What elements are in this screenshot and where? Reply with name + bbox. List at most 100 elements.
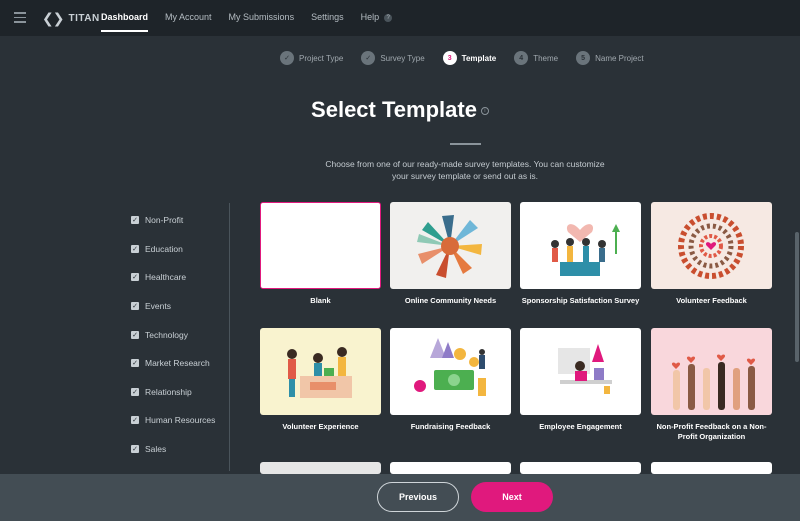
nav-settings[interactable]: Settings — [311, 0, 344, 36]
category-events[interactable]: ✓ Events — [131, 292, 215, 321]
checkbox-checked-icon[interactable]: ✓ — [131, 216, 139, 225]
step-number: 4 — [514, 51, 529, 65]
next-button[interactable]: Next — [471, 482, 553, 512]
template-card-blank[interactable]: Blank — [260, 202, 381, 306]
step-name-project[interactable]: 5 Name Project — [576, 51, 644, 65]
nav-my-submissions[interactable]: My Submissions — [229, 0, 295, 36]
category-label: Human Resources — [145, 415, 216, 426]
template-card-fundraising-feedback[interactable]: Fundraising Feedback — [390, 328, 511, 432]
category-relationship[interactable]: ✓ Relationship — [131, 378, 215, 407]
category-label: Relationship — [145, 386, 192, 397]
step-label: Theme — [533, 53, 559, 63]
category-label: Events — [145, 301, 171, 312]
template-thumbnail[interactable] — [520, 202, 641, 289]
template-card-partial[interactable] — [390, 462, 511, 474]
category-label: Technology — [145, 329, 189, 340]
template-thumbnail[interactable] — [651, 328, 772, 415]
template-thumbnail[interactable] — [260, 202, 381, 289]
page-subtitle: Choose from one of our ready-made survey… — [325, 159, 605, 181]
coins-money-illustration — [414, 338, 486, 396]
page-title-row: Select Template i — [0, 97, 800, 123]
category-education[interactable]: ✓ Education — [131, 235, 215, 264]
employee-at-desk-illustration — [558, 344, 612, 394]
titan-logo[interactable]: ❮❯ TITAN — [42, 10, 100, 27]
top-navigation-bar: ❮❯ TITAN Dashboard My Account My Submiss… — [0, 0, 800, 36]
step-theme[interactable]: 4 Theme — [514, 51, 558, 65]
previous-button[interactable]: Previous — [377, 482, 459, 512]
template-label: Sponsorship Satisfaction Survey — [521, 296, 640, 305]
template-thumbnail[interactable] — [520, 462, 641, 474]
checkbox-checked-icon[interactable]: ✓ — [131, 273, 139, 282]
step-label: Project Type — [299, 53, 344, 63]
template-thumbnail[interactable] — [520, 328, 641, 415]
step-check-icon: ✓ — [361, 51, 376, 65]
template-label: Fundraising Feedback — [410, 422, 491, 431]
category-sales[interactable]: ✓ Sales — [131, 435, 215, 464]
template-card-volunteer-feedback[interactable]: Volunteer Feedback — [651, 202, 772, 306]
template-label: Online Community Needs — [404, 296, 497, 305]
nav-help[interactable]: Help? — [361, 0, 393, 36]
checkbox-checked-icon[interactable]: ✓ — [131, 359, 139, 368]
template-card-non-profit-feedback[interactable]: Non-Profit Feedback on a Non-Profit Orga… — [651, 328, 772, 441]
checkbox-checked-icon[interactable]: ✓ — [131, 302, 139, 311]
template-card-volunteer-experience[interactable]: Volunteer Experience — [260, 328, 381, 432]
page-scrollbar[interactable] — [795, 232, 799, 362]
category-label: Non-Profit — [145, 215, 184, 226]
team-heart-illustration — [551, 224, 620, 276]
sidebar-divider — [229, 203, 230, 471]
category-human-resources[interactable]: ✓ Human Resources — [131, 406, 215, 435]
step-template[interactable]: 3 Template — [442, 51, 497, 65]
template-thumbnail[interactable] — [390, 462, 511, 474]
template-label: Volunteer Feedback — [676, 296, 747, 305]
help-info-icon: ? — [384, 13, 393, 22]
step-survey-type[interactable]: ✓ Survey Type — [361, 51, 425, 65]
category-filter-list: ✓ Non-Profit ✓ Education ✓ Healthcare ✓ Even… — [131, 206, 215, 463]
checkbox-checked-icon[interactable]: ✓ — [131, 416, 139, 425]
template-label: Blank — [310, 296, 331, 305]
hamburger-menu-icon[interactable] — [14, 12, 26, 23]
step-check-icon: ✓ — [280, 51, 294, 65]
step-project-type[interactable]: ✓ Project Type — [280, 51, 343, 65]
template-card-online-community-needs[interactable]: Online Community Needs — [390, 202, 511, 306]
nav-my-account[interactable]: My Account — [165, 0, 212, 36]
checkbox-checked-icon[interactable]: ✓ — [131, 330, 139, 339]
template-card-employee-engagement[interactable]: Employee Engagement — [520, 328, 641, 432]
info-icon[interactable]: i — [480, 107, 489, 116]
checkbox-checked-icon[interactable]: ✓ — [131, 244, 139, 253]
template-thumbnail[interactable] — [390, 202, 511, 289]
template-thumbnail[interactable] — [651, 462, 772, 474]
template-thumbnail[interactable] — [260, 328, 381, 415]
category-label: Market Research — [145, 358, 210, 369]
raised-hands-hearts-illustration — [671, 354, 756, 410]
nav-help-label: Help — [360, 12, 380, 22]
template-thumbnail[interactable] — [390, 328, 511, 415]
logo-text: TITAN — [68, 13, 100, 24]
nav-dashboard[interactable]: Dashboard — [101, 0, 149, 36]
category-label: Education — [145, 243, 183, 254]
logo-mark-icon: ❮❯ — [42, 10, 64, 26]
step-label: Name Project — [595, 53, 644, 63]
category-market-research[interactable]: ✓ Market Research — [131, 349, 215, 378]
category-non-profit[interactable]: ✓ Non-Profit — [131, 206, 215, 235]
step-number: 3 — [442, 51, 457, 65]
checkbox-checked-icon[interactable]: ✓ — [131, 445, 139, 454]
template-label: Non-Profit Feedback on a Non-Profit Orga… — [656, 422, 767, 441]
hearts-circle-illustration — [678, 213, 744, 279]
volunteers-table-illustration — [287, 347, 352, 398]
template-card-partial[interactable] — [651, 462, 772, 474]
step-label: Template — [461, 53, 497, 63]
category-healthcare[interactable]: ✓ Healthcare — [131, 263, 215, 292]
template-card-sponsorship-satisfaction[interactable]: Sponsorship Satisfaction Survey — [520, 202, 641, 306]
template-card-partial[interactable] — [520, 462, 641, 474]
template-thumbnail[interactable] — [651, 202, 772, 289]
template-label: Employee Engagement — [539, 422, 622, 431]
template-card-partial[interactable] — [260, 462, 381, 474]
template-label: Volunteer Experience — [282, 422, 359, 431]
category-label: Healthcare — [145, 272, 187, 283]
main-nav: Dashboard My Account My Submissions Sett… — [101, 0, 409, 36]
template-thumbnail[interactable] — [260, 462, 381, 474]
checkbox-checked-icon[interactable]: ✓ — [131, 387, 139, 396]
page-title: Select Template — [311, 97, 477, 122]
wizard-footer: Previous Next — [0, 474, 800, 521]
category-technology[interactable]: ✓ Technology — [131, 320, 215, 349]
